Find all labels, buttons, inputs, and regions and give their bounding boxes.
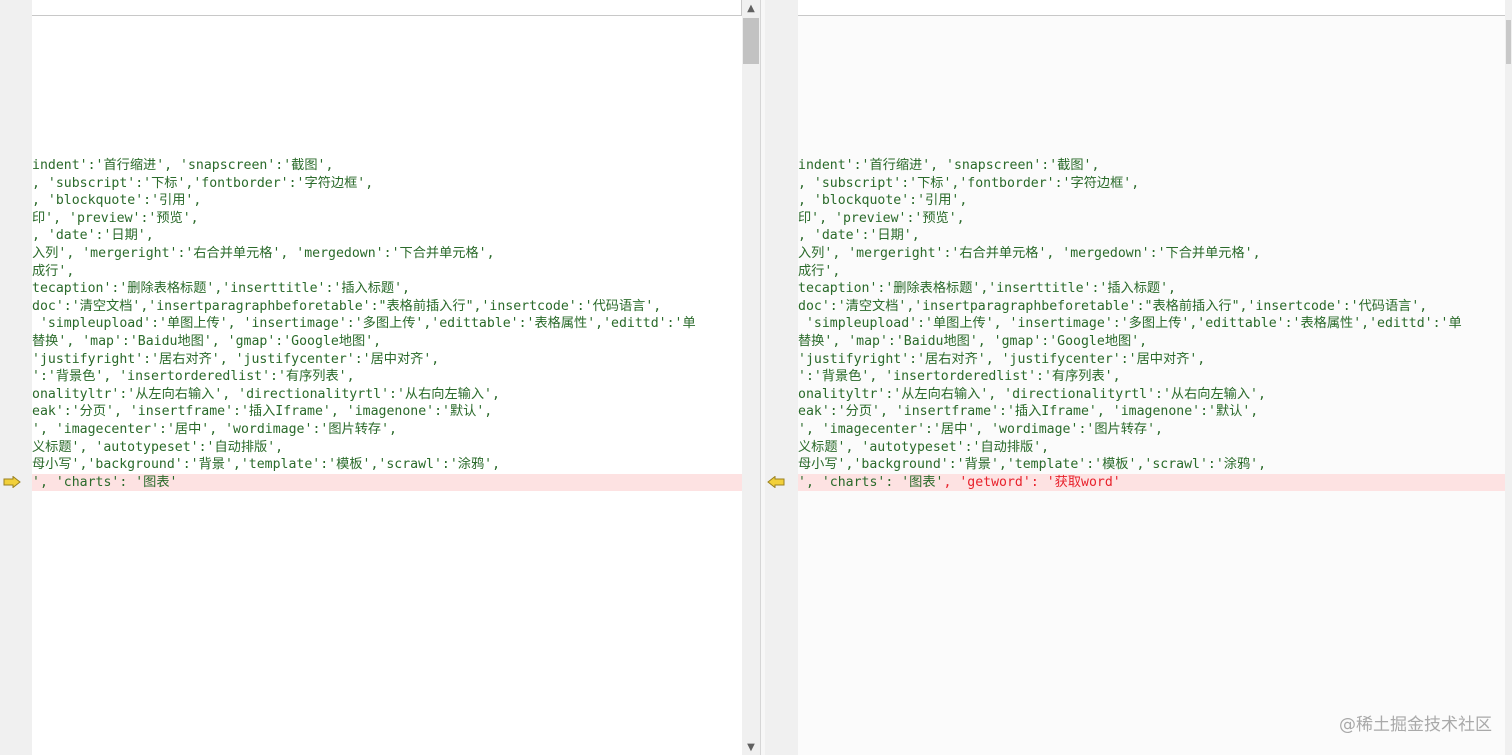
code-line: ':'背景色', 'insertorderedlist':'有序列表',	[798, 369, 1121, 385]
code-line: 母小写','background':'背景','template':'模板','…	[798, 457, 1267, 473]
code-line: eak':'分页', 'insertframe':'插入Iframe', 'im…	[798, 404, 1259, 420]
code-line: indent':'首行缩进', 'snapscreen':'截图',	[32, 158, 334, 173]
unchanged-segment: ', 'charts': '图表'	[798, 474, 944, 490]
arrow-right-icon[interactable]	[2, 474, 22, 490]
left-diff-pane[interactable]: indent':'首行缩进', 'snapscreen':'截图', , 'su…	[32, 0, 742, 755]
code-line: tecaption':'删除表格标题','inserttitle':'插入标题'…	[798, 281, 1176, 297]
code-line: 'simpleupload':'单图上传', 'insertimage':'多图…	[798, 316, 1462, 332]
code-line: 成行',	[32, 263, 75, 279]
code-line: 入列', 'mergeright':'右合并单元格', 'mergedown':…	[32, 245, 495, 261]
code-line: onalityltr':'从左向右输入', 'directionalityrtl…	[32, 386, 500, 402]
code-line: 印', 'preview':'预览',	[32, 210, 199, 226]
code-line: 义标题', 'autotypeset':'自动排版',	[32, 439, 284, 455]
code-line: eak':'分页', 'insertframe':'插入Iframe', 'im…	[32, 404, 493, 420]
right-vertical-scrollbar[interactable]	[1505, 0, 1512, 755]
arrow-left-icon[interactable]	[766, 474, 786, 490]
code-line: , 'date':'日期',	[32, 228, 154, 244]
code-line: ':'背景色', 'insertorderedlist':'有序列表',	[32, 369, 355, 385]
code-line: , 'date':'日期',	[798, 228, 920, 244]
changed-code-line[interactable]: ', 'charts': '图表', 'getword': '获取word'	[798, 473, 1505, 492]
left-gutter	[0, 0, 32, 755]
chevron-up-icon[interactable]: ▲	[742, 0, 760, 16]
code-line: 替换', 'map':'Baidu地图', 'gmap':'Google地图',	[32, 333, 382, 349]
left-vertical-scrollbar[interactable]: ▲ ▼	[742, 0, 760, 755]
chevron-down-icon[interactable]: ▼	[742, 739, 760, 755]
code-line: indent':'首行缩进', 'snapscreen':'截图',	[798, 158, 1100, 173]
left-header-field[interactable]	[32, 0, 742, 16]
scroll-thumb[interactable]	[743, 18, 759, 64]
watermark: @稀土掘金技术社区	[1339, 715, 1492, 735]
code-line: 'justifyright':'居右对齐', 'justifycenter':'…	[32, 351, 440, 367]
code-line: doc':'清空文档','insertparagraphbeforetable'…	[32, 298, 662, 314]
code-line: ', 'imagecenter':'居中', 'wordimage':'图片转存…	[798, 421, 1163, 437]
left-code-lines: indent':'首行缩进', 'snapscreen':'截图', , 'su…	[32, 157, 742, 492]
code-line: , 'subscript':'下标','fontborder':'字符边框',	[798, 175, 1140, 191]
code-line: 'justifyright':'居右对齐', 'justifycenter':'…	[798, 351, 1206, 367]
code-line: tecaption':'删除表格标题','inserttitle':'插入标题'…	[32, 281, 410, 297]
right-diff-pane[interactable]: indent':'首行缩进', 'snapscreen':'截图', , 'su…	[798, 0, 1505, 755]
code-line: ', 'imagecenter':'居中', 'wordimage':'图片转存…	[32, 421, 397, 437]
code-line: doc':'清空文档','insertparagraphbeforetable'…	[798, 298, 1428, 314]
code-line: 'simpleupload':'单图上传', 'insertimage':'多图…	[32, 316, 696, 332]
code-line: onalityltr':'从左向右输入', 'directionalityrtl…	[798, 386, 1266, 402]
code-line: 替换', 'map':'Baidu地图', 'gmap':'Google地图',	[798, 333, 1148, 349]
right-gutter	[765, 0, 798, 755]
code-line: 成行',	[798, 263, 841, 279]
code-line: 义标题', 'autotypeset':'自动排版',	[798, 439, 1050, 455]
changed-code-line[interactable]: ', 'charts': '图表'	[32, 473, 742, 492]
right-header-field[interactable]	[798, 0, 1505, 16]
code-line: 入列', 'mergeright':'右合并单元格', 'mergedown':…	[798, 245, 1261, 261]
added-segment: 'getword': '获取word'	[959, 474, 1121, 490]
code-line: 母小写','background':'背景','template':'模板','…	[32, 457, 501, 473]
code-line: , 'subscript':'下标','fontborder':'字符边框',	[32, 175, 374, 191]
added-separator: ,	[943, 474, 960, 490]
right-code-lines: indent':'首行缩进', 'snapscreen':'截图', , 'su…	[798, 157, 1505, 492]
code-line: 印', 'preview':'预览',	[798, 210, 965, 226]
scroll-thumb[interactable]	[1506, 20, 1511, 64]
code-line: , 'blockquote':'引用',	[32, 193, 202, 209]
code-line: , 'blockquote':'引用',	[798, 193, 968, 209]
